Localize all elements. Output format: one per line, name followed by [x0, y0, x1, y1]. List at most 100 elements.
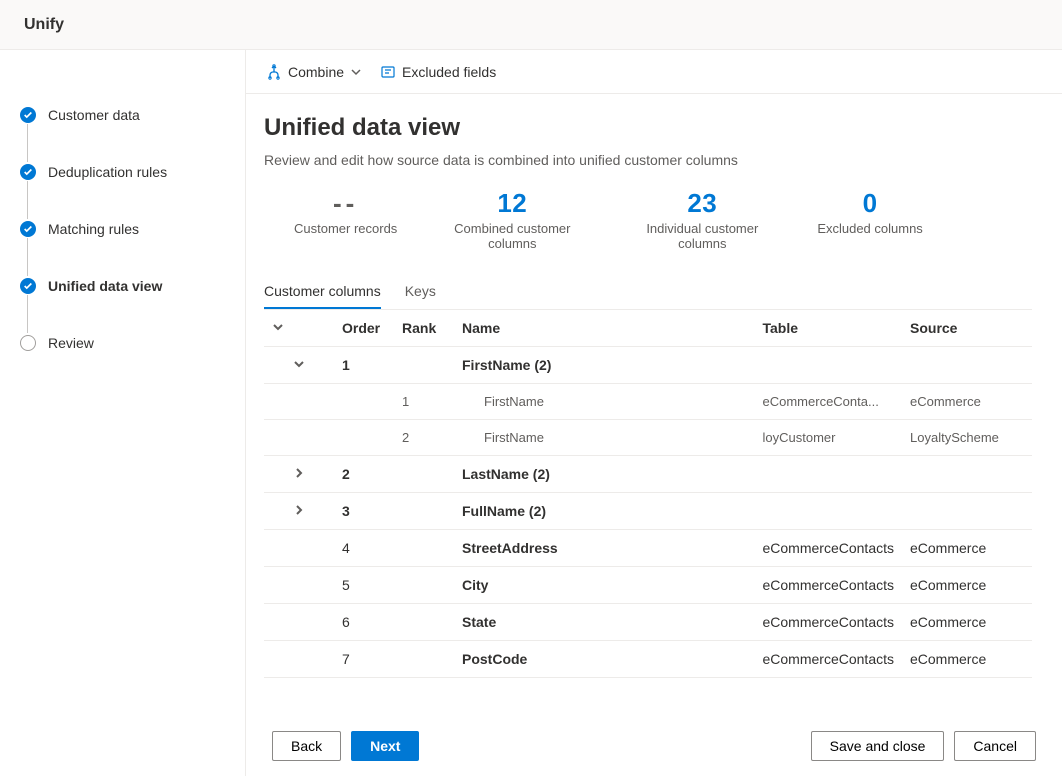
combine-dropdown[interactable]: Combine: [266, 64, 362, 80]
cell-rank: [394, 530, 454, 567]
cell-name: StreetAddress: [454, 530, 755, 567]
tab[interactable]: Customer columns: [264, 275, 381, 309]
cell-table: eCommerceContacts: [755, 604, 903, 641]
expand-spacer: [264, 420, 334, 456]
wizard-step-label: Deduplication rules: [48, 164, 167, 180]
combine-label: Combine: [288, 64, 344, 80]
stat-value: 12: [437, 188, 587, 219]
cell-rank: [394, 493, 454, 530]
cell-source: eCommerce: [902, 384, 1032, 420]
content-scroll[interactable]: Unified data view Review and edit how so…: [246, 94, 1062, 716]
page-subtitle: Review and edit how source data is combi…: [264, 152, 1032, 168]
cell-order: [334, 384, 394, 420]
stat-card: 0 Excluded columns: [817, 188, 923, 251]
app-header: Unify: [0, 0, 1062, 50]
cell-order: 1: [334, 347, 394, 384]
stats-row: --Customer records12Combined customer co…: [264, 188, 1032, 251]
stat-value: 0: [817, 188, 923, 219]
cell-table: [755, 347, 903, 384]
cell-source: [902, 456, 1032, 493]
table-row[interactable]: 3 FullName (2): [264, 493, 1032, 530]
wizard-step[interactable]: Matching rules: [0, 200, 245, 257]
cell-rank: [394, 604, 454, 641]
cell-table: eCommerceContacts: [755, 530, 903, 567]
next-button[interactable]: Next: [351, 731, 419, 761]
cell-source: [902, 347, 1032, 384]
stat-value: 23: [627, 188, 777, 219]
cell-order: [334, 420, 394, 456]
circle-icon: [20, 335, 36, 351]
tabs: Customer columns Keys: [264, 275, 1032, 310]
check-icon: [20, 221, 36, 237]
combine-icon: [266, 64, 282, 80]
expand-spacer: [264, 384, 334, 420]
check-icon: [20, 164, 36, 180]
excluded-fields-button[interactable]: Excluded fields: [380, 64, 496, 80]
wizard-sidebar: Customer data Deduplication rules Matching…: [0, 50, 246, 776]
header-order[interactable]: Order: [334, 310, 394, 347]
table-row[interactable]: 1FirstNameeCommerceConta...eCommerce: [264, 384, 1032, 420]
header-rank[interactable]: Rank: [394, 310, 454, 347]
cell-rank: [394, 456, 454, 493]
chevron-down-icon: [272, 321, 284, 333]
header-name[interactable]: Name: [454, 310, 755, 347]
header-table[interactable]: Table: [755, 310, 903, 347]
table-row[interactable]: 1FirstName (2): [264, 347, 1032, 384]
stat-label: Excluded columns: [817, 221, 923, 236]
cell-rank: [394, 567, 454, 604]
expand-toggle[interactable]: [264, 493, 334, 530]
stat-card: 12Combined customer columns: [437, 188, 587, 251]
header-expand[interactable]: [264, 310, 334, 347]
check-icon: [20, 278, 36, 294]
wizard-step[interactable]: Unified data view: [0, 257, 245, 314]
check-icon: [20, 107, 36, 123]
wizard-step[interactable]: Customer data: [0, 86, 245, 143]
main-panel: Combine Excluded fields Unified data vie…: [246, 50, 1062, 776]
cell-order: 3: [334, 493, 394, 530]
stat-card: 23Individual customer columns: [627, 188, 777, 251]
cell-order: 6: [334, 604, 394, 641]
cell-source: [902, 493, 1032, 530]
excluded-fields-icon: [380, 64, 396, 80]
cell-name: FullName (2): [454, 493, 755, 530]
table-row[interactable]: 6StateeCommerceContactseCommerce: [264, 604, 1032, 641]
toolbar: Combine Excluded fields: [246, 50, 1062, 94]
wizard-step-label: Unified data view: [48, 278, 162, 294]
table-row[interactable]: 5CityeCommerceContactseCommerce: [264, 567, 1032, 604]
cell-order: 4: [334, 530, 394, 567]
cell-source: eCommerce: [902, 641, 1032, 678]
cell-name: LastName (2): [454, 456, 755, 493]
expand-toggle[interactable]: [264, 456, 334, 493]
cell-source: eCommerce: [902, 567, 1032, 604]
cell-source: LoyaltyScheme: [902, 420, 1032, 456]
cell-table: [755, 493, 903, 530]
expand-spacer: [264, 530, 334, 567]
cell-table: [755, 456, 903, 493]
collapse-toggle[interactable]: [264, 347, 334, 384]
excluded-fields-label: Excluded fields: [402, 64, 496, 80]
cell-name: FirstName: [454, 420, 755, 456]
cell-order: 2: [334, 456, 394, 493]
table-row[interactable]: 7PostCodeeCommerceContactseCommerce: [264, 641, 1032, 678]
table-row[interactable]: 2FirstNameloyCustomerLoyaltyScheme: [264, 420, 1032, 456]
cancel-button[interactable]: Cancel: [954, 731, 1036, 761]
wizard-step[interactable]: Deduplication rules: [0, 143, 245, 200]
cell-rank: 2: [394, 420, 454, 456]
wizard-step[interactable]: Review: [0, 314, 245, 371]
cell-name: PostCode: [454, 641, 755, 678]
back-button[interactable]: Back: [272, 731, 341, 761]
expand-spacer: [264, 641, 334, 678]
table-row[interactable]: 4StreetAddresseCommerceContactseCommerce: [264, 530, 1032, 567]
stat-value: --: [294, 188, 397, 219]
table-row[interactable]: 2 LastName (2): [264, 456, 1032, 493]
cell-name: City: [454, 567, 755, 604]
save-and-close-button[interactable]: Save and close: [811, 731, 945, 761]
tab[interactable]: Keys: [405, 275, 436, 309]
columns-table: Order Rank Name Table Source 1FirstName …: [264, 310, 1032, 678]
header-source[interactable]: Source: [902, 310, 1032, 347]
cell-table: eCommerceContacts: [755, 641, 903, 678]
app-title: Unify: [24, 16, 64, 34]
expand-spacer: [264, 604, 334, 641]
cell-rank: [394, 641, 454, 678]
wizard-step-label: Matching rules: [48, 221, 139, 237]
